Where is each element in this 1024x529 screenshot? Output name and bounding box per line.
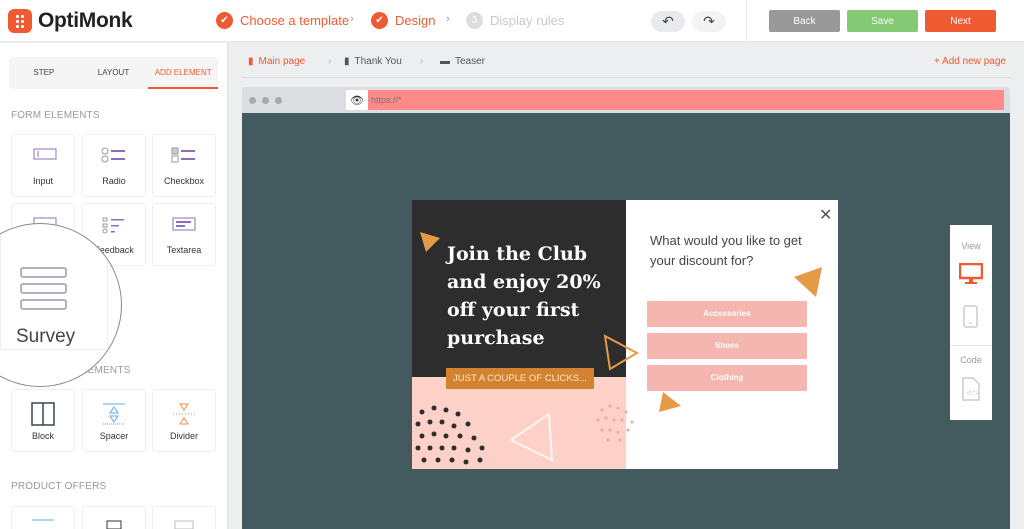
magnifier-survey: Survey [0,223,122,387]
view-panel: View Code </> [950,225,992,420]
tab-thank-you[interactable]: ▮ Thank You [344,56,402,67]
triangle-outline-decoration [603,334,640,371]
view-label: View [961,241,981,251]
step-design[interactable]: ✔ Design [371,12,435,29]
tab-layout[interactable]: LAYOUT [79,57,149,89]
product-offers-heading: PRODUCT OFFERS [11,481,107,492]
code-label: Code [960,355,982,365]
code-file-icon[interactable]: </> [962,377,980,401]
tab-teaser[interactable]: ▬ Teaser [440,56,485,67]
step-label: Design [395,13,436,28]
form-elements-heading: FORM ELEMENTS [11,110,100,121]
step-display-rules[interactable]: 3 Display rules [466,12,564,29]
element-textarea[interactable]: Textarea [152,203,216,266]
undo-icon: ↶ [662,13,674,29]
option-shoes[interactable]: Shoes [647,333,807,359]
radio-icon [101,147,125,163]
product-icon [174,520,194,529]
element-divider[interactable]: Divider [152,389,216,452]
spacer-icon [103,403,125,425]
check-icon: ✔ [216,12,233,29]
element-input[interactable]: Input [11,134,75,197]
optimonk-logo-icon [8,9,32,33]
popup-cta[interactable]: JUST A COUPLE OF CLICKS... [446,368,594,389]
step-label: Display rules [490,13,565,28]
step-label: Choose a template [240,13,350,28]
save-button[interactable]: Save [847,10,918,32]
coupon-icon [106,520,122,529]
check-icon: ✔ [371,12,388,29]
undo-button[interactable]: ↶ [651,11,685,32]
textarea-icon [172,217,196,231]
survey-icon [20,267,67,310]
back-button[interactable]: Back [769,10,840,32]
chevron-right-icon: › [446,13,450,25]
top-header: OptiMonk ✔ Choose a template › ✔ Design › … [0,0,1024,42]
window-dot [275,97,282,104]
chevron-right-icon: › [350,13,354,25]
popup[interactable]: Join the Club and enjoy 20% off your fir… [412,200,838,469]
svg-text:</>: </> [966,389,980,397]
eye-icon[interactable]: 👁 [346,90,368,110]
page-icon: ▮ [248,56,254,67]
dots-decoration [415,405,485,465]
countdown-icon [32,519,54,521]
next-button[interactable]: Next [925,10,996,32]
element-checkbox[interactable]: Checkbox [152,134,216,197]
mobile-icon[interactable] [963,305,979,329]
element-radio[interactable]: Radio [82,134,146,197]
triangle-outline-decoration [509,412,554,462]
input-icon [33,148,57,160]
app-name: OptiMonk [38,9,133,32]
option-accessories[interactable]: Accessories [647,301,807,327]
option-clothing[interactable]: Clothing [647,365,807,391]
url-field[interactable]: https://* [368,90,1004,110]
element-product-3[interactable] [152,506,216,529]
block-icon [31,402,55,426]
divider-icon [173,403,195,425]
element-product-2[interactable] [82,506,146,529]
triangle-decoration [794,267,822,297]
add-new-page-link[interactable]: + Add new page [934,56,1006,67]
chevron-right-icon: › [420,56,424,67]
window-dot [262,97,269,104]
step-number: 3 [466,12,483,29]
divider [746,0,747,42]
step-choose-template[interactable]: ✔ Choose a template [216,12,349,29]
page-icon: ▮ [344,56,350,67]
tab-step[interactable]: STEP [9,57,79,89]
checkbox-icon [171,147,195,163]
page-tabs: ▮ Main page › ▮ Thank You › ▬ Teaser + Add … [228,43,1024,79]
redo-button[interactable]: ↷ [692,11,726,32]
tab-add-element[interactable]: ADD ELEMENT [148,57,219,89]
chevron-right-icon: › [328,56,332,67]
popup-headline: Join the Club and enjoy 20% off your fir… [447,243,601,349]
tab-main-page[interactable]: ▮ Main page [248,56,305,67]
divider [242,77,1010,78]
sidebar-tabs: STEP LAYOUT ADD ELEMENT [9,57,219,89]
survey-label: Survey [16,326,76,347]
close-icon[interactable]: ✕ [819,205,832,225]
desktop-icon[interactable] [959,263,983,285]
redo-icon: ↷ [703,13,715,29]
teaser-icon: ▬ [440,56,450,67]
pink-dots-decoration [596,404,634,442]
element-block[interactable]: Block [11,389,75,452]
triangle-decoration [420,232,440,252]
window-dot [249,97,256,104]
sidebar: STEP LAYOUT ADD ELEMENT FORM ELEMENTS In… [0,43,228,529]
element-spacer[interactable]: Spacer [82,389,146,452]
triangle-decoration [659,392,681,412]
divider [950,345,992,346]
element-product-1[interactable] [11,506,75,529]
